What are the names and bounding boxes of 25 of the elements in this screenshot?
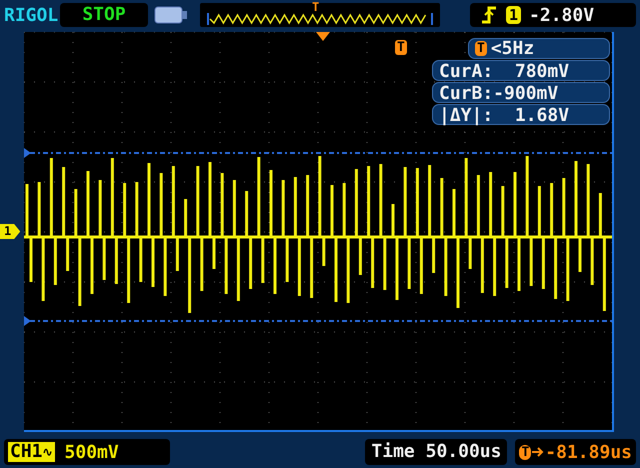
cursor-readout: CurA: 780mV bbox=[432, 60, 610, 81]
coupling-symbol: ∿ bbox=[42, 444, 53, 461]
cursor-line[interactable] bbox=[24, 148, 612, 158]
channel-badge: 1 bbox=[506, 6, 522, 24]
trigger-position-marker: T bbox=[312, 1, 320, 13]
cursor-readout: CurB:-900mV bbox=[432, 82, 610, 103]
trigger-offset: -81.89us bbox=[545, 442, 632, 462]
trigger-offset-panel[interactable]: T -81.89us bbox=[515, 439, 636, 465]
battery-icon bbox=[154, 5, 188, 25]
cursor-line[interactable] bbox=[24, 316, 612, 326]
trigger-level: -2.80V bbox=[529, 4, 594, 26]
cursor-readout: |ΔY|: 1.68V bbox=[432, 104, 610, 125]
trigger-marker: T bbox=[519, 444, 532, 460]
trigger-marker: T bbox=[475, 41, 487, 56]
run-status[interactable]: STOP bbox=[60, 3, 148, 27]
trigger-marker: T bbox=[395, 40, 407, 55]
channel-marker[interactable]: 1 bbox=[0, 224, 20, 239]
brand-logo: RIGOL bbox=[4, 4, 60, 26]
channel-label: CH1 bbox=[10, 442, 43, 462]
arrow-icon bbox=[532, 446, 544, 458]
trigger-position-icon bbox=[316, 32, 330, 41]
channel-panel[interactable]: CH1∿ 500mV bbox=[4, 439, 170, 465]
vertical-scale: 500mV bbox=[64, 442, 119, 462]
timebase-readout[interactable]: Time 50.00us bbox=[365, 439, 508, 465]
frequency-value: <5Hz bbox=[490, 38, 534, 59]
